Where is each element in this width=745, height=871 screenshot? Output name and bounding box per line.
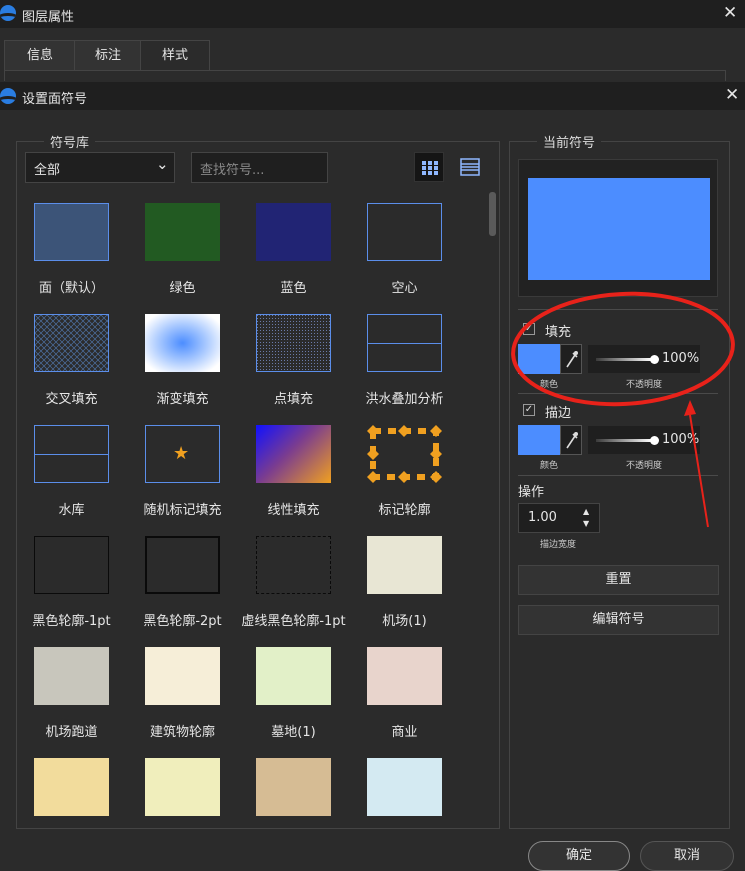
cancel-button[interactable]: 取消 — [640, 841, 734, 871]
annotation-circle — [511, 291, 735, 407]
annotation-arrow-line — [689, 414, 709, 528]
annotation-arrowhead — [684, 400, 696, 416]
ok-button[interactable]: 确定 — [528, 841, 630, 871]
annotation-overlay — [511, 291, 735, 528]
